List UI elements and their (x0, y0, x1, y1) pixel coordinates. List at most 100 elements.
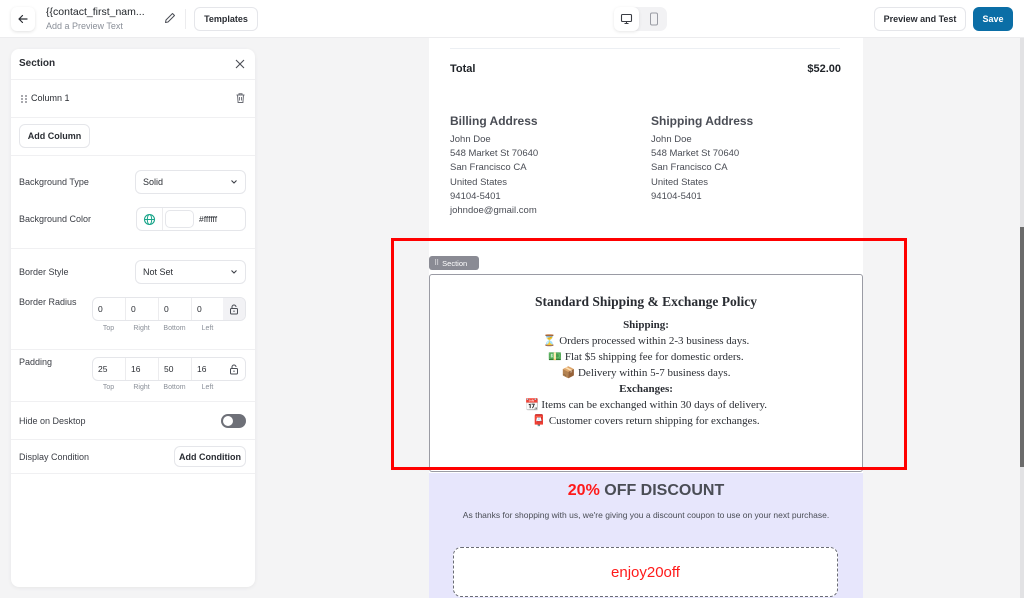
background-type-select[interactable]: Solid (135, 170, 246, 194)
divider (11, 349, 255, 350)
border-radius-right-input[interactable]: 0 (126, 298, 159, 320)
border-style-value: Not Set (143, 267, 174, 277)
trash-icon[interactable] (235, 92, 246, 104)
desktop-view-button[interactable] (614, 7, 639, 31)
background-color-label: Background Color (19, 214, 92, 224)
top-bar: {{contact_first_nam... Add a Preview Tex… (0, 0, 1024, 38)
policy-block[interactable]: Standard Shipping & Exchange Policy Ship… (429, 274, 863, 472)
policy-line: 📆 Items can be exchanged within 30 days … (524, 399, 768, 411)
border-radius-bottom-input[interactable]: 0 (159, 298, 192, 320)
divider (11, 439, 255, 440)
save-button[interactable]: Save (973, 7, 1013, 31)
preview-text-field[interactable]: Add a Preview Text (46, 20, 145, 32)
border-style-select[interactable]: Not Set (135, 260, 246, 284)
section-settings-panel: Section Column 1 Add Column Background T… (11, 49, 255, 587)
divider (185, 9, 186, 29)
policy-title: Standard Shipping & Exchange Policy (534, 294, 758, 309)
color-swatch[interactable] (165, 210, 194, 228)
border-radius-top-input[interactable]: 0 (93, 298, 126, 320)
discount-percent: 20% (567, 482, 600, 499)
lock-icon (230, 304, 238, 314)
policy-line: ⏳ Orders processed within 2-3 business d… (542, 335, 750, 347)
side-label: Left (201, 384, 214, 391)
discount-title-text: OFF DISCOUNT (599, 482, 725, 499)
exchanges-heading: Exchanges: (619, 383, 673, 395)
padding-inputs: 25 16 50 16 (92, 357, 246, 381)
link-values-button[interactable] (223, 358, 245, 380)
side-label: Top (102, 325, 115, 332)
address-line: johndoe@gmail.com (450, 205, 537, 217)
color-hex-value[interactable]: #ffffff (199, 214, 217, 224)
shipping-heading: Shipping: (623, 319, 669, 331)
divider (450, 48, 840, 49)
padding-label: Padding (19, 357, 53, 367)
add-condition-button[interactable]: Add Condition (174, 446, 246, 467)
divider (11, 473, 255, 474)
section-tag-label: Section (442, 258, 468, 268)
arrow-left-icon (18, 14, 28, 24)
monitor-icon (620, 13, 633, 25)
padding-right-input[interactable]: 16 (126, 358, 159, 380)
background-type-value: Solid (143, 177, 164, 187)
drag-handle-icon[interactable] (20, 94, 28, 104)
discount-block[interactable]: 20% OFF DISCOUNT As thanks for shopping … (429, 473, 863, 598)
side-label: Bottom (163, 325, 186, 332)
add-column-row: Add Column (11, 118, 255, 156)
border-radius-inputs: 0 0 0 0 (92, 297, 246, 321)
border-radius-label: Border Radius (19, 297, 77, 307)
side-label: Right (133, 325, 150, 332)
padding-bottom-input[interactable]: 50 (159, 358, 192, 380)
scrollbar-thumb[interactable] (1020, 227, 1024, 467)
background-type-label: Background Type (19, 177, 89, 187)
templates-button[interactable]: Templates (194, 7, 258, 31)
border-style-label: Border Style (19, 267, 69, 277)
address-line: John Doe (651, 134, 692, 145)
hide-on-desktop-toggle[interactable] (221, 414, 246, 428)
background-color-field[interactable]: #ffffff (136, 207, 246, 231)
billing-address-heading: Billing Address (450, 114, 538, 128)
border-radius-side-labels: Top Right Bottom Left (92, 325, 232, 335)
back-button[interactable] (11, 7, 35, 31)
address-line: 94104-5401 (450, 190, 501, 202)
email-canvas: Total $52.00 Billing Address John Doe 54… (429, 38, 863, 598)
address-line: United States (651, 176, 709, 188)
panel-title: Section (19, 58, 56, 69)
coupon-code[interactable]: enjoy20off (453, 547, 838, 597)
add-column-button[interactable]: Add Column (19, 124, 90, 148)
column-item[interactable]: Column 1 (11, 80, 255, 118)
close-icon[interactable] (234, 58, 246, 70)
shipping-address[interactable]: Shipping Address John Doe 548 Market St … (651, 114, 753, 204)
pencil-icon[interactable] (163, 11, 177, 25)
hide-on-desktop-label: Hide on Desktop (19, 416, 86, 426)
border-radius-left-input[interactable]: 0 (192, 298, 225, 320)
side-label: Bottom (163, 384, 186, 391)
lock-icon (230, 364, 238, 374)
total-label: Total (450, 63, 476, 75)
padding-left-input[interactable]: 16 (192, 358, 225, 380)
address-line: 548 Market St 70640 (651, 148, 740, 160)
address-line: John Doe (450, 134, 491, 145)
policy-line: 📮 Customer covers return shipping for ex… (532, 415, 760, 427)
padding-top-input[interactable]: 25 (93, 358, 126, 380)
drag-handle-icon: ⠿ (434, 260, 439, 267)
divider (11, 401, 255, 402)
padding-side-labels: Top Right Bottom Left (92, 384, 232, 394)
side-label: Left (201, 325, 214, 332)
link-values-button[interactable] (223, 298, 245, 320)
selected-section[interactable]: ⠿ Section Standard Shipping & Exchange P… (429, 256, 863, 473)
globe-icon[interactable] (143, 213, 156, 226)
address-line: San Francisco CA (651, 162, 728, 174)
discount-title: 20% OFF DISCOUNT (429, 482, 863, 500)
email-subject[interactable]: {{contact_first_nam... (46, 6, 145, 19)
column-label: Column 1 (31, 93, 70, 103)
billing-address[interactable]: Billing Address John Doe 548 Market St 7… (450, 114, 538, 218)
section-drag-tag[interactable]: ⠿ Section (429, 256, 479, 270)
device-toggle (614, 7, 667, 31)
chevron-down-icon (231, 180, 237, 184)
address-line: 94104-5401 (651, 190, 702, 202)
total-value: $52.00 (807, 63, 841, 75)
shipping-address-heading: Shipping Address (651, 114, 754, 128)
side-label: Top (102, 384, 115, 391)
mobile-view-button[interactable] (641, 7, 666, 31)
preview-and-test-button[interactable]: Preview and Test (874, 7, 966, 31)
